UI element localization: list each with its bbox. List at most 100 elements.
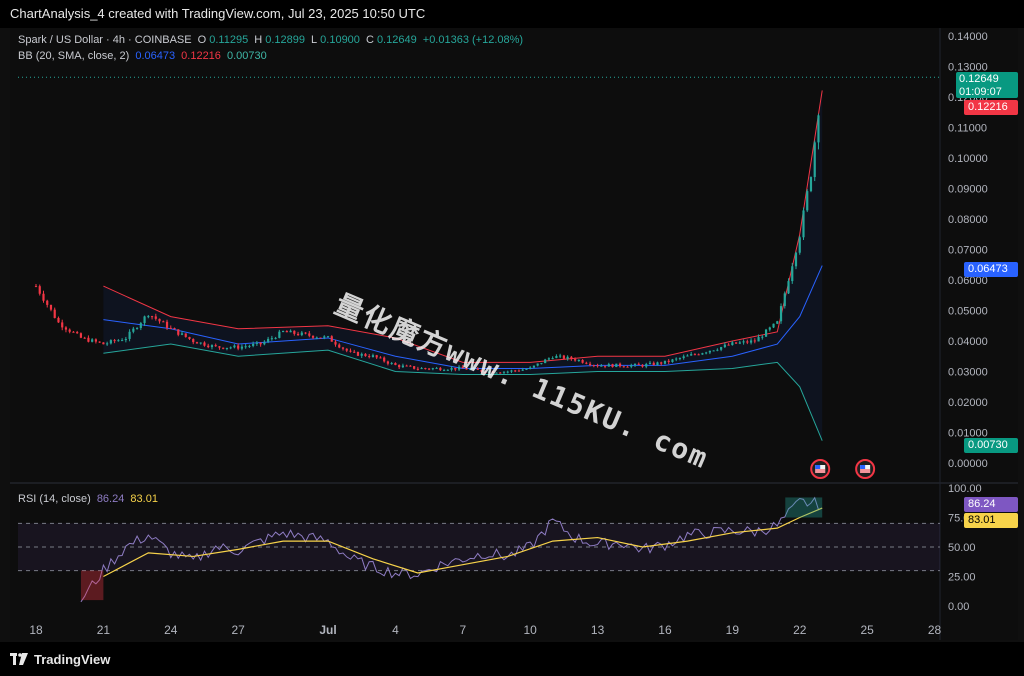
candle-body [132, 328, 135, 332]
time-tick-label: 13 [591, 623, 605, 637]
candle-body [150, 316, 154, 318]
bollinger-bands [103, 90, 823, 441]
rsi-overbought-fill [785, 497, 823, 518]
time-tick-label: 4 [392, 623, 399, 637]
candle-body [416, 368, 419, 370]
candle-body [394, 363, 397, 366]
candle-body [566, 356, 569, 359]
candle-body [484, 371, 487, 373]
candle-body [390, 363, 393, 365]
candle-body [420, 368, 423, 370]
candle-body [383, 357, 386, 362]
open-label: O [197, 34, 207, 46]
price-tick-label: 0.09000 [948, 184, 988, 196]
candle-body [173, 328, 176, 330]
candle-body [259, 342, 262, 345]
price-tick-label: 0.05000 [948, 306, 988, 318]
candle-body [794, 252, 798, 267]
candle-body [495, 372, 498, 374]
price-chart-svg[interactable]: 0.140000.130000.120000.110000.100000.090… [10, 28, 1018, 640]
rsi-name: RSI (14, close) [18, 493, 91, 505]
candle-body [607, 364, 610, 367]
candle-body [480, 369, 483, 372]
candle-body [446, 369, 449, 371]
candle-body [461, 366, 464, 369]
bb-lower-value: 0.00730 [226, 50, 267, 62]
change-value: +0.01363 (+12.08%) [422, 34, 524, 46]
candle-body [252, 343, 255, 346]
time-tick-label: 24 [164, 623, 178, 637]
candle-body [338, 344, 341, 348]
footer-bar: TradingView [0, 642, 1024, 676]
candle-body [128, 331, 131, 339]
chart-panel[interactable]: 0.14000 0.13000 0.12000 0.11000 0.10000 0.090… [10, 28, 1018, 640]
time-tick-label: 10 [524, 623, 538, 637]
candle-body [435, 367, 438, 369]
candle-body [379, 357, 382, 359]
candle-body [652, 362, 655, 366]
candle-body [353, 351, 356, 353]
candle-body [308, 333, 311, 336]
candle-body [622, 366, 625, 368]
candle-body [442, 370, 446, 372]
candle-body [240, 346, 244, 349]
candle-body [764, 329, 768, 337]
price-tick-label: 0.10000 [948, 153, 988, 165]
candle-body [693, 354, 697, 356]
candle-body [319, 337, 322, 339]
bb-lower-badge: 0.00730 [964, 438, 1018, 453]
candle-body [611, 364, 614, 368]
time-tick-label: 25 [860, 623, 874, 637]
candle-body [364, 353, 367, 357]
candle-body [656, 362, 659, 366]
candle-body [135, 328, 139, 330]
rsi-pane: 100.0075.0050.0025.000.00 [18, 483, 982, 613]
candle-body [720, 347, 723, 350]
candle-body [169, 327, 172, 329]
high-value: 0.12899 [265, 34, 305, 46]
candle-body [727, 344, 730, 346]
us-flag-icon [815, 465, 821, 469]
candle-body [244, 346, 247, 348]
rsi-tick-label: 0.00 [948, 601, 969, 613]
candle-body [248, 345, 251, 347]
candle-body [139, 323, 142, 329]
candle-body [113, 340, 116, 342]
candle-body [757, 337, 760, 342]
candle-body [521, 369, 524, 371]
bb-basis-value: 0.06473 [135, 50, 176, 62]
candle-body [813, 142, 816, 178]
rsi-badge: 86.24 [964, 497, 1018, 512]
candle-body [510, 370, 513, 372]
candle-body [203, 342, 206, 346]
candle-body [450, 367, 453, 370]
time-tick-label: 19 [726, 623, 740, 637]
candle-body [143, 316, 146, 324]
candle-body [83, 337, 86, 339]
candle-body [806, 191, 809, 211]
time-tick-label: 18 [29, 623, 43, 637]
candle-body [671, 359, 674, 362]
time-tick-label: 28 [928, 623, 942, 637]
candle-body [162, 321, 165, 323]
candle-body [499, 372, 502, 374]
tradingview-logo[interactable]: TradingView [10, 652, 110, 667]
candle-body [42, 293, 45, 301]
time-tick-label: 7 [459, 623, 466, 637]
close-label: C [365, 34, 374, 46]
candle-body [371, 355, 375, 358]
candle-body [637, 363, 640, 365]
candle-body [675, 358, 678, 360]
candle-body [472, 368, 476, 370]
candle-body [158, 318, 161, 322]
symbol-legend: Spark / US Dollar · 4h · COINBASE O 0.112… [18, 34, 526, 46]
price-tick-label: 0.00000 [948, 458, 988, 470]
candle-body [281, 331, 285, 333]
candle-body [147, 316, 150, 318]
us-flag-icon [860, 465, 866, 469]
candle-body [547, 358, 551, 360]
candle-body [738, 342, 741, 344]
candle-body [398, 365, 401, 368]
candle-body [165, 321, 169, 328]
candle-body [487, 371, 491, 373]
